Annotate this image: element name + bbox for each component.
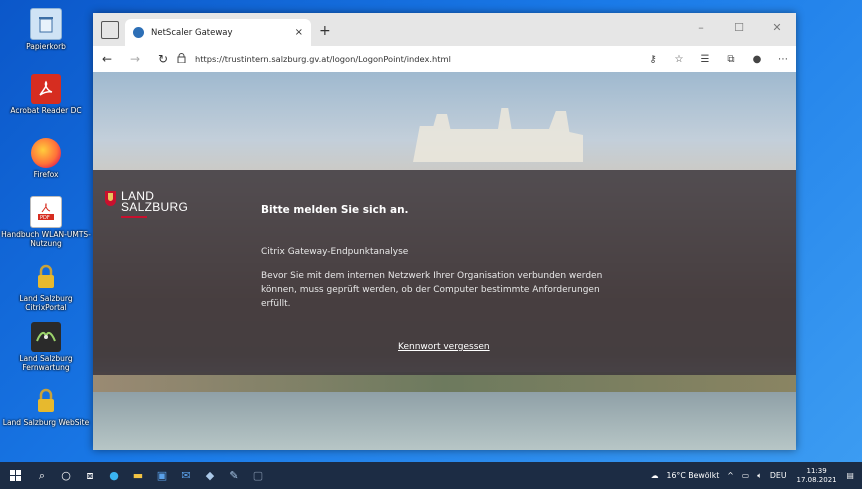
lock-icon: [31, 386, 61, 416]
url-text: https://trustintern.salzburg.gv.at/logon…: [195, 54, 451, 64]
language-indicator[interactable]: DEU: [770, 471, 787, 480]
volume-icon[interactable]: 🔈︎: [757, 471, 762, 481]
logo-line-2: SALZBURG: [121, 200, 189, 214]
acrobat-icon: [31, 74, 61, 104]
remote-icon: [31, 322, 61, 352]
logon-panel: LAND SALZBURG Bitte melden Sie sich an. …: [93, 170, 796, 375]
logo-underline: [121, 216, 147, 218]
firefox-icon: [31, 138, 61, 168]
store-icon[interactable]: ▣: [150, 462, 174, 489]
refresh-icon[interactable]: ↻: [149, 52, 177, 66]
desktop-icon-label: Firefox: [33, 170, 59, 179]
mail-icon[interactable]: ✉: [174, 462, 198, 489]
clock[interactable]: 11:39 17.08.2021: [797, 467, 837, 485]
weather-text[interactable]: 16°C Bewölkt: [667, 471, 720, 480]
lock-app-icon[interactable]: ▢: [246, 462, 270, 489]
cortana-icon[interactable]: ○: [54, 462, 78, 489]
address-bar-row: ← → ↻ https://trustintern.salzburg.gv.at…: [93, 46, 796, 72]
favorite-star-icon[interactable]: ☆: [666, 54, 692, 65]
close-tab-icon[interactable]: ×: [295, 27, 303, 38]
edge-icon[interactable]: ●: [102, 462, 126, 489]
favorites-list-icon[interactable]: ☰: [692, 54, 718, 65]
collections-icon[interactable]: ⧉: [718, 54, 744, 65]
pdf-icon: PDF: [30, 196, 62, 228]
desktop-icon-label: Land Salzburg Fernwartung: [19, 354, 73, 372]
analysis-description: Bevor Sie mit dem internen Netzwerk Ihre…: [261, 271, 603, 309]
maximize-button[interactable]: ☐: [720, 13, 758, 41]
new-tab-button[interactable]: +: [319, 23, 331, 39]
desktop-icon-acrobat[interactable]: Acrobat Reader DC: [0, 74, 92, 115]
page-title: Bitte melden Sie sich an.: [261, 204, 409, 216]
app-icon[interactable]: ◆: [198, 462, 222, 489]
url-field[interactable]: https://trustintern.salzburg.gv.at/logon…: [177, 53, 640, 65]
tab-netscaler[interactable]: NetScaler Gateway ×: [125, 19, 311, 46]
minimize-button[interactable]: –: [682, 13, 720, 41]
profile-icon[interactable]: ●: [744, 54, 770, 65]
task-view-icon[interactable]: ⧈: [78, 462, 102, 489]
desktop-icon-label: Handbuch WLAN-UMTS-Nutzung: [1, 230, 91, 248]
desktop-icon-citrixportal[interactable]: Land Salzburg CitrixPortal: [0, 262, 92, 312]
taskbar: ⌕ ○ ⧈ ● ▬ ▣ ✉ ◆ ✎ ▢ ☁ 16°C Bewölkt ^ ▭ 🔈…: [0, 462, 862, 489]
background-river: [93, 392, 796, 450]
desktop-icon-fernwartung[interactable]: Land Salzburg Fernwartung: [0, 322, 92, 372]
desktop-icon-recycle-bin[interactable]: Papierkorb: [0, 8, 92, 51]
recycle-bin-icon: [30, 8, 62, 40]
notification-icon[interactable]: ▤: [847, 471, 854, 480]
network-icon[interactable]: ▭: [742, 471, 749, 480]
weather-cloud-icon[interactable]: ☁: [651, 471, 659, 480]
forgot-password-link[interactable]: Kennwort vergessen: [398, 342, 490, 352]
desktop-icon-label: Papierkorb: [26, 42, 66, 51]
tray-expand-icon[interactable]: ^: [727, 471, 734, 480]
toolbar-icons: ⚷ ☆ ☰ ⧉ ● ⋯: [640, 54, 796, 65]
tab-bar: NetScaler Gateway × + – ☐ ✕: [93, 13, 796, 46]
system-tray: ☁ 16°C Bewölkt ^ ▭ 🔈︎ DEU 11:39 17.08.20…: [647, 462, 862, 489]
favicon-icon: [133, 27, 144, 38]
svg-text:PDF: PDF: [40, 215, 50, 221]
desktop-icon-website[interactable]: Land Salzburg WebSite: [0, 386, 92, 427]
clock-date: 17.08.2021: [796, 475, 837, 484]
background-castle: [413, 108, 583, 162]
desktop-icon-label: Land Salzburg CitrixPortal: [19, 294, 73, 312]
tab-title: NetScaler Gateway: [151, 27, 233, 38]
land-salzburg-logo: LAND SALZBURG: [105, 190, 189, 218]
lock-icon: [31, 262, 61, 292]
tool-icon[interactable]: ✎: [222, 462, 246, 489]
padlock-icon[interactable]: [177, 53, 189, 65]
tab-actions-icon[interactable]: [101, 21, 119, 39]
page-content: LAND SALZBURG Bitte melden Sie sich an. …: [93, 72, 796, 450]
start-button[interactable]: [0, 462, 30, 489]
more-menu-icon[interactable]: ⋯: [770, 54, 796, 65]
file-explorer-icon[interactable]: ▬: [126, 462, 150, 489]
analysis-title: Citrix Gateway-Endpunktanalyse: [261, 247, 409, 257]
desktop-icon-label: Land Salzburg WebSite: [2, 418, 90, 427]
forward-icon[interactable]: →: [121, 52, 149, 66]
clock-time: 11:39: [806, 466, 827, 475]
close-window-button[interactable]: ✕: [758, 13, 796, 41]
desktop-icon-handbuch[interactable]: PDF Handbuch WLAN-UMTS-Nutzung: [0, 196, 92, 248]
coat-of-arms-icon: [105, 191, 116, 206]
background-riverbank: [93, 372, 796, 394]
desktop-icon-firefox[interactable]: Firefox: [0, 138, 92, 179]
browser-window: NetScaler Gateway × + – ☐ ✕ ← → ↻ https:…: [93, 13, 796, 450]
window-controls: – ☐ ✕: [682, 13, 796, 41]
search-icon[interactable]: ⌕: [30, 462, 54, 489]
key-icon[interactable]: ⚷: [640, 54, 666, 65]
back-icon[interactable]: ←: [93, 52, 121, 66]
desktop-icon-label: Acrobat Reader DC: [10, 106, 82, 115]
